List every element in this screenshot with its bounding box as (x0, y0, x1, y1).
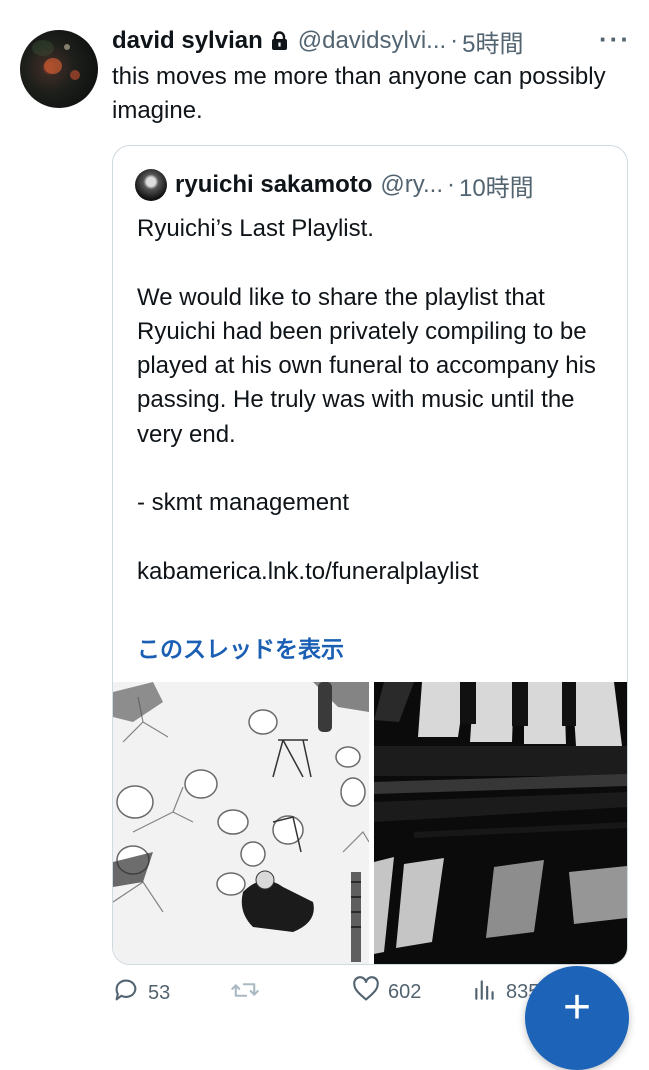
quote-image-piano[interactable] (374, 682, 627, 964)
tweet-header: david sylvian @davidsylvi... · 5時間 ··· (112, 24, 631, 58)
reply-button[interactable]: 53 (112, 976, 170, 1010)
compose-plus-icon: + (562, 981, 592, 1034)
avatar[interactable] (20, 30, 98, 108)
reply-icon (112, 976, 140, 1010)
views-icon (472, 976, 498, 1008)
more-icon[interactable]: ··· (599, 24, 631, 55)
quote-separator: · (446, 171, 455, 198)
quote-line-title: Ryuichi’s Last Playlist. (137, 215, 374, 242)
like-count: 602 (388, 980, 422, 1003)
like-icon (352, 976, 380, 1008)
quote-timestamp: 10時間 (458, 174, 534, 202)
retweet-icon (230, 976, 260, 1010)
separator: · (450, 27, 459, 54)
timestamp[interactable]: 5時間 (462, 24, 523, 59)
author-handle[interactable]: @davidsylvi... (298, 27, 446, 55)
retweet-button[interactable] (230, 976, 268, 1010)
quote-image-snow-garden[interactable] (113, 682, 369, 964)
like-button[interactable]: 602 (352, 976, 421, 1008)
quote-line-link: kabamerica.lnk.to/funeralplaylist (137, 557, 479, 585)
tweet[interactable]: david sylvian @davidsylvi... · 5時間 ··· t… (0, 0, 649, 1070)
quote-text: Ryuichi’s Last Playlist. We would like t… (137, 212, 617, 589)
tweet-text: this moves me more than anyone can possi… (112, 63, 606, 124)
lock-icon (271, 31, 288, 51)
quote-avatar (135, 169, 167, 201)
quoted-tweet[interactable]: ryuichi sakamoto @ry... · 10時間 Ryuichi’s… (112, 145, 628, 965)
quote-author-name: ryuichi sakamoto (175, 171, 373, 198)
quote-header: ryuichi sakamoto @ry... · 10時間 (135, 168, 613, 202)
quote-line-signature: - skmt management (137, 489, 350, 517)
author-name[interactable]: david sylvian (112, 27, 263, 55)
reply-count: 53 (148, 981, 171, 1004)
quote-author-handle: @ry... (380, 171, 443, 198)
compose-button[interactable]: + (525, 966, 629, 1070)
quote-line-body: We would like to share the playlist that… (137, 283, 596, 448)
show-thread-link[interactable]: このスレッドを表示 (137, 630, 344, 664)
